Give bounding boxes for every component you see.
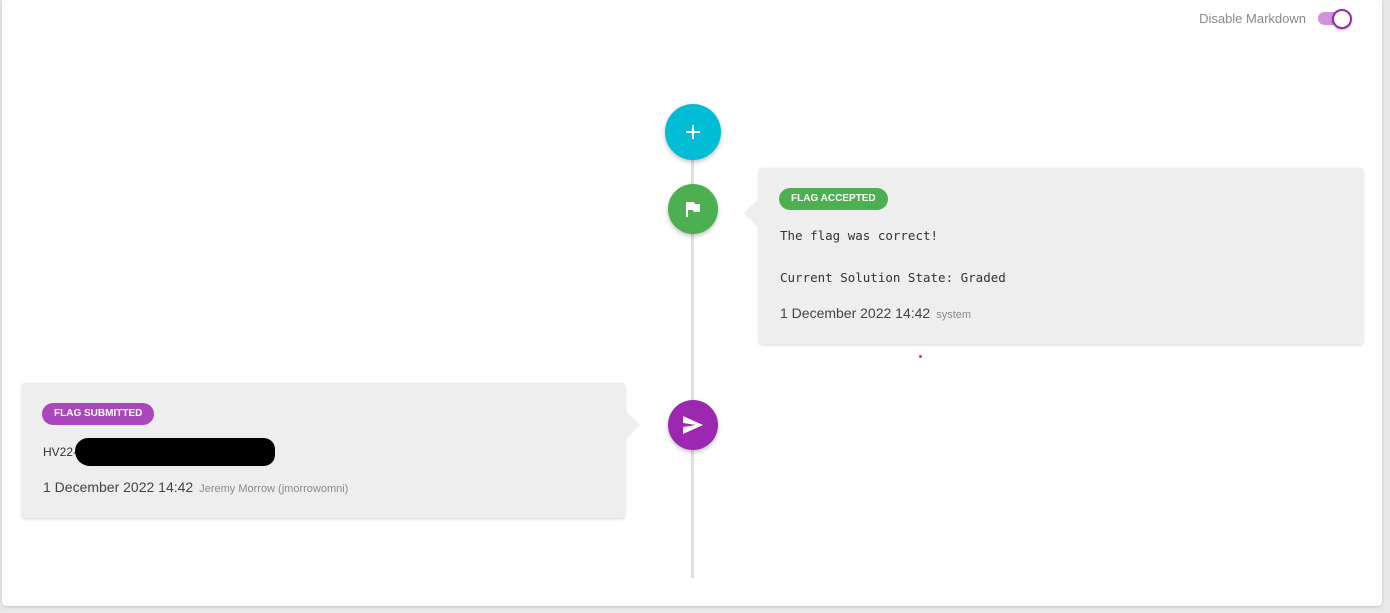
entry-meta: 1 December 2022 14:42 system (780, 305, 971, 321)
toggle-thumb[interactable] (1332, 9, 1352, 29)
markdown-toggle-label: Disable Markdown (1199, 10, 1306, 26)
timeline-panel: Disable Markdown FLAG ACCEPTED The flag … (2, 0, 1382, 606)
flag-accepted-badge: FLAG ACCEPTED (779, 188, 888, 210)
add-entry-button[interactable] (665, 104, 721, 160)
entry-date: 1 December 2022 14:42 (780, 305, 931, 321)
flag-accepted-card: FLAG ACCEPTED The flag was correct! Curr… (744, 168, 1363, 344)
entry-author: Jeremy Morrow (jmorrowomni) (199, 483, 349, 495)
accepted-message-line: The flag was correct! (780, 228, 939, 243)
flag-submitted-badge: FLAG SUBMITTED (42, 403, 155, 425)
submitted-flag-value: HV22- (43, 445, 78, 459)
flag-icon (686, 202, 700, 217)
markdown-toggle-switch[interactable] (1318, 9, 1352, 29)
flag-submitted-card: FLAG SUBMITTED HV22- 1 December 2022 14:… (22, 383, 640, 518)
flag-accepted-node (668, 184, 718, 234)
markdown-toggle-group: Disable Markdown (1199, 9, 1352, 29)
flag-submitted-node (668, 400, 718, 450)
entry-author: system (936, 309, 972, 321)
red-dot-marker (919, 355, 922, 358)
entry-meta: 1 December 2022 14:42 Jeremy Morrow (jmo… (43, 479, 348, 495)
send-icon (683, 416, 703, 434)
redacted-flag-mark (75, 438, 275, 466)
entry-date: 1 December 2022 14:42 (43, 479, 194, 495)
solution-state-line: Current Solution State: Graded (780, 270, 1006, 285)
plus-icon (686, 125, 700, 139)
